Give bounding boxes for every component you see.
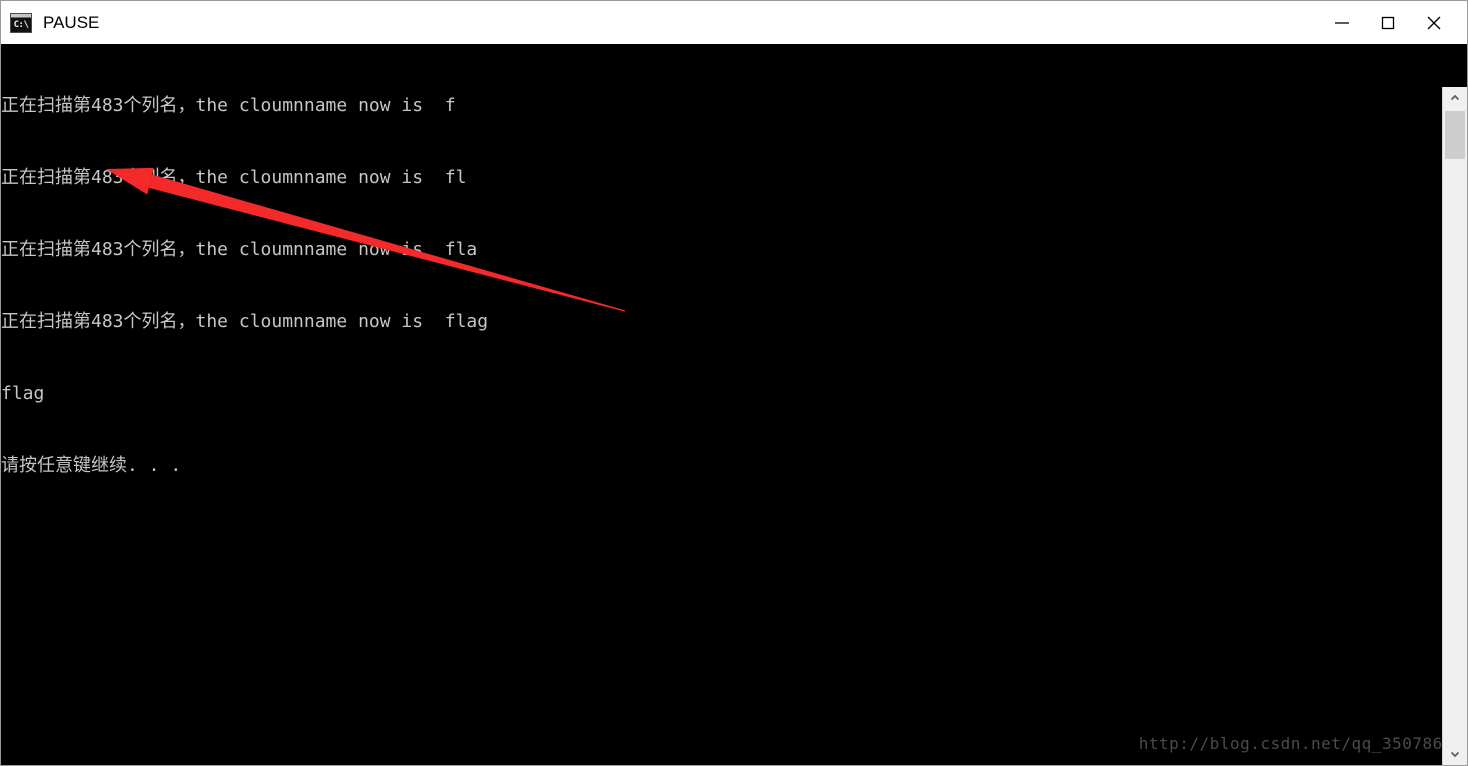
window-title: PAUSE bbox=[43, 12, 100, 32]
chevron-up-icon bbox=[1450, 94, 1460, 101]
console-icon-prompt: C:\ bbox=[11, 17, 31, 32]
close-icon bbox=[1427, 16, 1441, 29]
console-icon: ··· C:\ bbox=[10, 12, 32, 33]
console-line: 正在扫描第483个列名，the cloumnname now is fl bbox=[1, 167, 467, 188]
maximize-icon bbox=[1381, 16, 1395, 29]
maximize-button[interactable] bbox=[1365, 1, 1411, 44]
title-bar[interactable]: ··· C:\ PAUSE bbox=[1, 1, 1467, 44]
console-line: 正在扫描第483个列名，the cloumnname now is flag bbox=[1, 311, 489, 332]
console-line-press-any-key: 请按任意键继续. . . bbox=[1, 455, 182, 476]
console-window: ··· C:\ PAUSE 正在扫描第483个列名，the cloumnname… bbox=[0, 0, 1468, 766]
scroll-up-button[interactable] bbox=[1443, 87, 1467, 109]
title-bar-left: ··· C:\ PAUSE bbox=[1, 12, 1319, 33]
console-line: 正在扫描第483个列名，the cloumnname now is f bbox=[1, 95, 456, 116]
console-line-flag: flag bbox=[1, 383, 45, 404]
minimize-icon bbox=[1335, 21, 1349, 24]
console-line: 正在扫描第483个列名，the cloumnname now is fla bbox=[1, 239, 478, 260]
close-button[interactable] bbox=[1411, 1, 1457, 44]
vertical-scrollbar[interactable] bbox=[1442, 87, 1467, 765]
scrollbar-thumb[interactable] bbox=[1445, 111, 1465, 159]
scroll-down-button[interactable] bbox=[1443, 743, 1467, 765]
console-text-block: 正在扫描第483个列名，the cloumnname now is f 正在扫描… bbox=[1, 46, 488, 526]
watermark-url: http://blog.csdn.net/qq_35078631 bbox=[1138, 734, 1463, 753]
window-controls bbox=[1319, 1, 1467, 44]
chevron-down-icon bbox=[1450, 751, 1460, 758]
minimize-button[interactable] bbox=[1319, 1, 1365, 44]
console-output-area[interactable]: 正在扫描第483个列名，the cloumnname now is f 正在扫描… bbox=[1, 44, 1467, 765]
